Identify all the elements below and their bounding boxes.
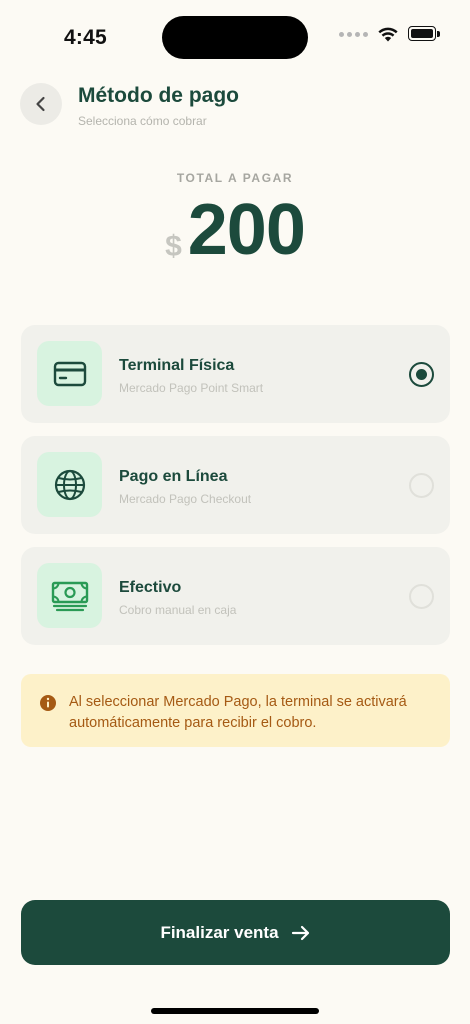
home-indicator [151, 1008, 319, 1014]
currency-symbol: $ [165, 230, 182, 263]
cellular-signal-icon [339, 31, 368, 37]
radio-unselected[interactable] [409, 473, 434, 498]
wifi-icon [378, 27, 398, 41]
payment-option-cash[interactable]: Efectivo Cobro manual en caja [21, 547, 450, 645]
battery-icon [408, 26, 440, 42]
option-title: Pago en Línea [119, 468, 228, 485]
page-title: Método de pago [78, 84, 239, 107]
cash-icon [37, 563, 102, 628]
option-subtitle: Mercado Pago Point Smart [119, 381, 264, 395]
total-amount: $ 200 [0, 190, 470, 270]
payment-option-terminal[interactable]: Terminal Física Mercado Pago Point Smart [21, 325, 450, 423]
finalize-label: Finalizar venta [160, 922, 279, 942]
radio-selected[interactable] [409, 362, 434, 387]
amount-value: 200 [187, 190, 306, 270]
status-bar: 4:45 [0, 0, 470, 70]
option-subtitle: Cobro manual en caja [119, 603, 237, 617]
option-title: Terminal Física [119, 357, 235, 374]
page-subtitle: Selecciona cómo cobrar [78, 114, 207, 128]
option-subtitle: Mercado Pago Checkout [119, 492, 252, 506]
globe-icon [37, 452, 102, 517]
chevron-left-icon [36, 96, 45, 112]
payment-option-online[interactable]: Pago en Línea Mercado Pago Checkout [21, 436, 450, 534]
back-button[interactable] [20, 83, 62, 125]
radio-unselected[interactable] [409, 584, 434, 609]
total-label: TOTAL A PAGAR [176, 171, 294, 185]
arrow-right-icon [291, 925, 309, 940]
status-icons [339, 26, 440, 42]
option-title: Efectivo [119, 579, 182, 596]
info-icon [40, 695, 56, 711]
info-notice: Al seleccionar Mercado Pago, la terminal… [21, 674, 450, 747]
dynamic-island [162, 16, 308, 59]
finalize-sale-button[interactable]: Finalizar venta [21, 900, 450, 965]
status-time: 4:45 [64, 26, 107, 49]
credit-card-icon [37, 341, 102, 406]
info-text: Al seleccionar Mercado Pago, la terminal… [69, 694, 407, 731]
